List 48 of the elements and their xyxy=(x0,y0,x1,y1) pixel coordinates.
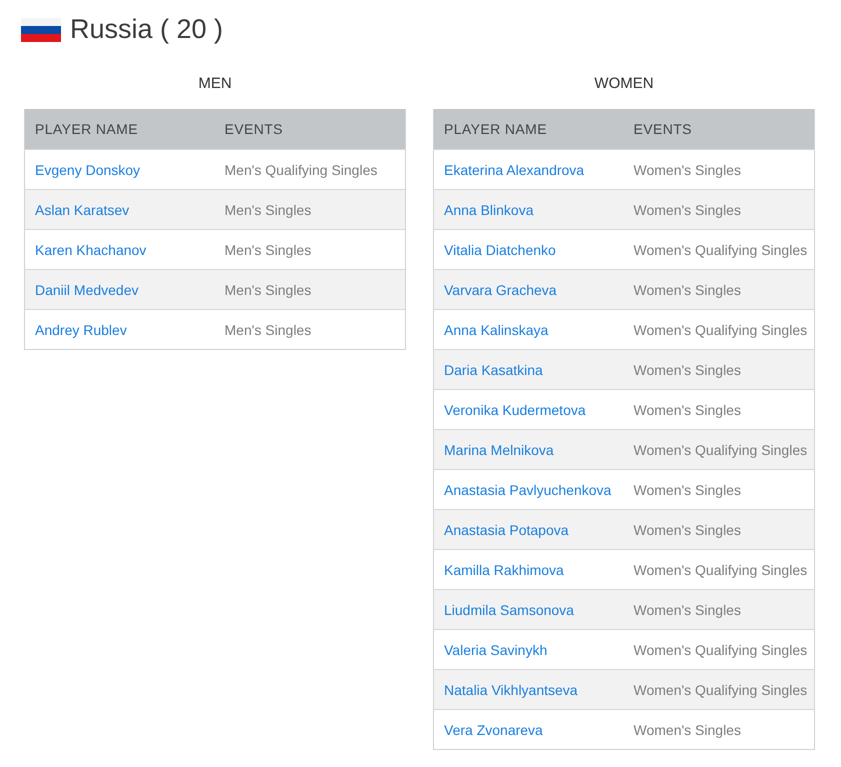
player-link[interactable]: Vera Zvonareva xyxy=(434,710,624,750)
player-link[interactable]: Natalia Vikhlyantseva xyxy=(434,670,624,710)
player-link[interactable]: Varvara Gracheva xyxy=(434,270,624,310)
player-link[interactable]: Karen Khachanov xyxy=(24,230,214,270)
player-link[interactable]: Liudmila Samsonova xyxy=(434,590,624,630)
player-link[interactable]: Daria Kasatkina xyxy=(434,350,624,390)
events-cell: Women's Singles xyxy=(624,510,814,550)
column-header: PLAYER NAME xyxy=(434,109,624,150)
player-link[interactable]: Anna Kalinskaya xyxy=(434,310,624,350)
events-cell: Women's Qualifying Singles xyxy=(624,230,814,270)
events-cell: Women's Qualifying Singles xyxy=(624,670,814,710)
events-cell: Women's Singles xyxy=(624,470,814,510)
player-link[interactable]: Marina Melnikova xyxy=(434,430,624,470)
player-link[interactable]: Aslan Karatsev xyxy=(24,190,214,230)
page-title: Russia ( 20 ) xyxy=(70,14,224,45)
events-cell: Women's Singles xyxy=(624,150,814,190)
events-cell: Men's Qualifying Singles xyxy=(214,150,406,190)
column-header: PLAYER NAME xyxy=(24,109,214,150)
player-link[interactable]: Vitalia Diatchenko xyxy=(434,230,624,270)
player-link[interactable]: Daniil Medvedev xyxy=(24,270,214,310)
player-link[interactable]: Ekaterina Alexandrova xyxy=(434,150,624,190)
player-link[interactable]: Anastasia Pavlyuchenkova xyxy=(434,470,624,510)
player-link[interactable]: Kamilla Rakhimova xyxy=(434,550,624,590)
events-cell: Women's Singles xyxy=(624,390,814,430)
player-link[interactable]: Anna Blinkova xyxy=(434,190,624,230)
events-cell: Women's Qualifying Singles xyxy=(624,630,814,670)
section-heading: MEN xyxy=(198,75,232,92)
player-link[interactable]: Veronika Kudermetova xyxy=(434,390,624,430)
section-heading: WOMEN xyxy=(594,75,654,92)
events-cell: Women's Singles xyxy=(624,190,814,230)
events-cell: Women's Qualifying Singles xyxy=(624,310,814,350)
events-cell: Men's Singles xyxy=(214,190,406,230)
events-cell: Men's Singles xyxy=(214,270,406,310)
events-cell: Men's Singles xyxy=(214,230,406,270)
events-cell: Women's Singles xyxy=(624,710,814,750)
player-link[interactable]: Valeria Savinykh xyxy=(434,630,624,670)
player-link[interactable]: Andrey Rublev xyxy=(24,310,214,350)
events-cell: Women's Qualifying Singles xyxy=(624,430,814,470)
column-header: EVENTS xyxy=(214,109,406,150)
player-link[interactable]: Evgeny Donskoy xyxy=(24,150,214,190)
column-header: EVENTS xyxy=(624,109,814,150)
events-cell: Men's Singles xyxy=(214,310,406,350)
player-link[interactable]: Anastasia Potapova xyxy=(434,510,624,550)
events-cell: Women's Singles xyxy=(624,590,814,630)
flag-icon xyxy=(21,18,61,42)
events-cell: Women's Singles xyxy=(624,350,814,390)
events-cell: Women's Qualifying Singles xyxy=(624,550,814,590)
events-cell: Women's Singles xyxy=(624,270,814,310)
